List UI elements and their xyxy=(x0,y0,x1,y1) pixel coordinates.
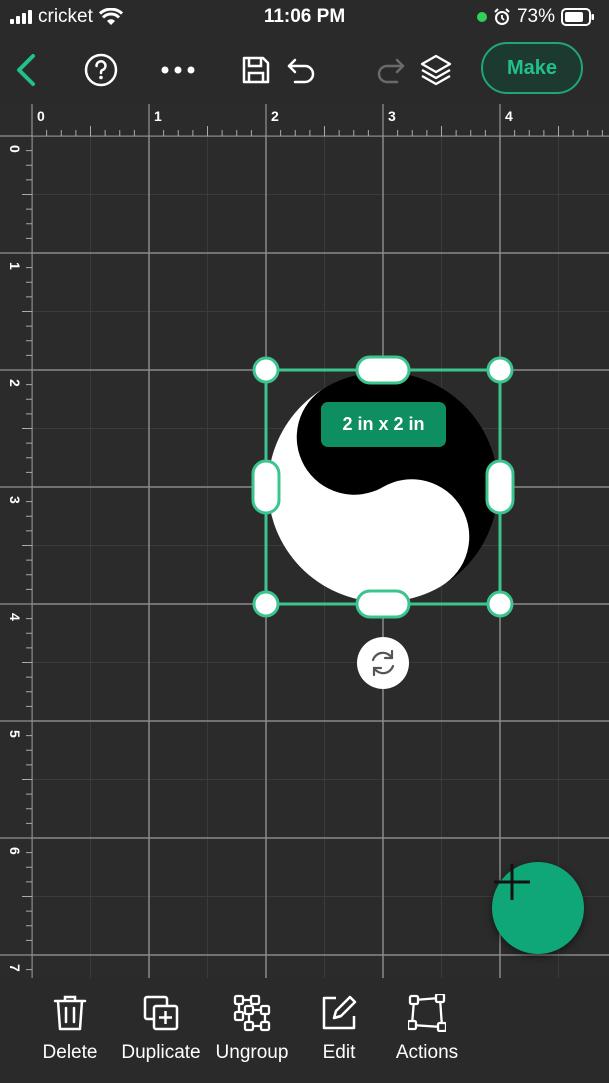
battery-icon xyxy=(561,8,594,26)
more-icon[interactable] xyxy=(158,50,198,90)
rotate-handle-icon[interactable] xyxy=(356,636,410,690)
ruler-top-label: 0 xyxy=(37,108,45,124)
actions-icon xyxy=(408,994,446,1032)
undo-icon[interactable] xyxy=(281,50,321,90)
ruler-left-label: 7 xyxy=(7,964,23,972)
ruler-left-label: 5 xyxy=(7,730,23,738)
redo-icon[interactable] xyxy=(371,50,411,90)
back-icon[interactable] xyxy=(6,50,46,90)
status-bar: cricket 11:06 PM 73% xyxy=(0,0,609,36)
layers-icon[interactable] xyxy=(416,50,456,90)
ruler-top-label: 4 xyxy=(505,108,513,124)
actions-button[interactable]: Actions xyxy=(392,994,462,1064)
delete-button[interactable]: Delete xyxy=(40,994,100,1064)
ruler-left-label: 0 xyxy=(7,145,23,153)
help-icon[interactable] xyxy=(81,50,121,90)
status-right: 73% xyxy=(476,6,595,28)
duplicate-button[interactable]: Duplicate xyxy=(116,994,206,1064)
delete-label: Delete xyxy=(42,1042,98,1063)
save-icon[interactable] xyxy=(236,50,276,90)
ruler-top-label: 2 xyxy=(271,108,279,124)
battery-percent: 73% xyxy=(516,6,555,27)
ungroup-button[interactable]: Ungroup xyxy=(211,994,293,1064)
size-badge: 2 in x 2 in xyxy=(321,402,446,447)
design-canvas[interactable]: 0 1 2 3 4 0 1 2 3 4 5 6 7 2 in x 2 in xyxy=(0,104,609,978)
ruler-left-label: 6 xyxy=(7,847,23,855)
make-button[interactable]: Make xyxy=(481,42,583,94)
grid: 0 1 2 3 4 0 1 2 3 4 5 6 7 xyxy=(0,104,609,978)
alarm-icon xyxy=(494,8,510,25)
ruler-left-label: 3 xyxy=(7,496,23,504)
top-toolbar: Make xyxy=(0,36,609,104)
add-button[interactable] xyxy=(492,862,584,954)
duplicate-icon xyxy=(143,995,179,1031)
ruler-left-label: 1 xyxy=(7,262,23,270)
ungroup-icon xyxy=(233,994,271,1032)
location-dot-icon xyxy=(476,12,487,22)
edit-label: Edit xyxy=(322,1042,356,1063)
ruler-left-label: 4 xyxy=(7,613,23,621)
ungroup-label: Ungroup xyxy=(215,1042,289,1063)
ruler-left-label: 2 xyxy=(7,379,23,387)
plus-icon xyxy=(494,864,530,900)
trash-icon xyxy=(53,995,87,1031)
ruler-top-label: 3 xyxy=(388,108,396,124)
edit-icon xyxy=(322,995,357,1030)
ruler-top-label: 1 xyxy=(154,108,162,124)
duplicate-label: Duplicate xyxy=(121,1042,201,1063)
edit-button[interactable]: Edit xyxy=(310,994,368,1064)
actions-label: Actions xyxy=(395,1042,459,1063)
bottom-toolbar: Delete Duplicate Ungroup Edit Actions xyxy=(0,978,609,1083)
